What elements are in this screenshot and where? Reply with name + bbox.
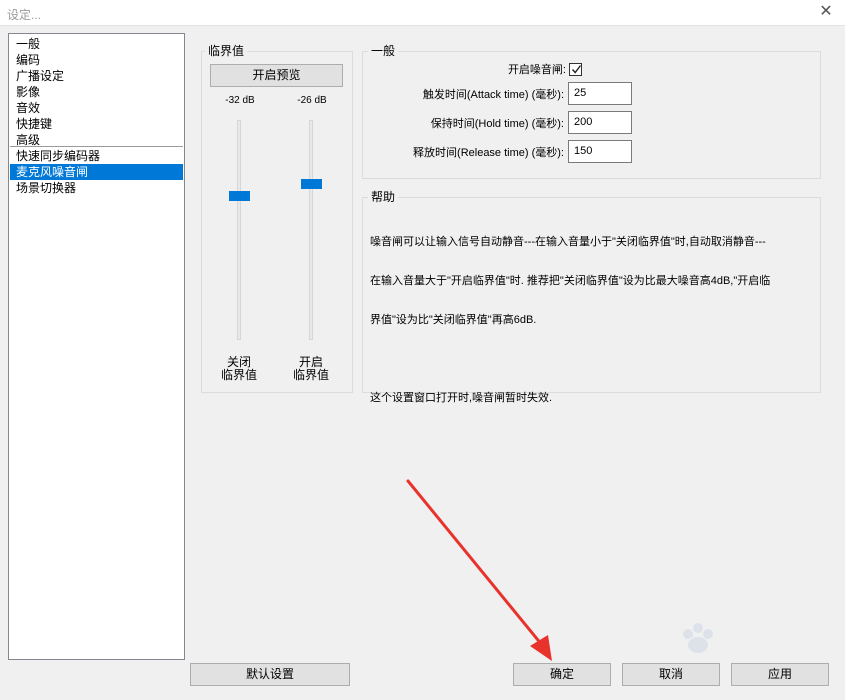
general-group-title: 一般: [368, 44, 399, 58]
list-divider: [10, 146, 183, 147]
open-threshold-slider-track[interactable]: [309, 120, 313, 340]
sidebar-item-encoding[interactable]: 编码: [10, 52, 183, 68]
close-threshold-label-line2: 临界值: [220, 368, 257, 382]
sidebar-item-noise-gate[interactable]: 麦克风噪音闸: [10, 164, 183, 180]
help-group-title: 帮助: [368, 190, 399, 204]
help-line-1: 噪音闸可以让输入信号自动静音---在输入音量小于"关闭临界值"时,自动取消静音-…: [370, 236, 766, 248]
sidebar-item-general[interactable]: 一般: [10, 36, 183, 52]
sidebar-item-audio[interactable]: 音效: [10, 100, 183, 116]
help-line-4: 这个设置窗口打开时,噪音闸暂时失效.: [370, 392, 553, 404]
open-threshold-label-line2: 临界值: [292, 368, 329, 382]
attack-time-label: 触发时间(Attack time) (毫秒):: [422, 89, 564, 101]
default-settings-button[interactable]: 默认设置: [190, 663, 350, 686]
release-time-label: 释放时间(Release time) (毫秒):: [413, 147, 564, 159]
ok-button[interactable]: 确定: [513, 663, 611, 686]
sidebar-item-quicksync[interactable]: 快速同步编码器: [10, 148, 183, 164]
help-line-2: 在输入音量大于"开启临界值"时. 推荐把"关闭临界值"设为比最大噪音高4dB,"…: [370, 275, 771, 287]
window-title: 设定...: [7, 8, 42, 22]
checkmark-icon: [571, 65, 582, 74]
sidebar-item-hotkeys[interactable]: 快捷键: [10, 116, 183, 132]
close-threshold-slider-track[interactable]: [237, 120, 241, 340]
help-line-3: 界值"设为比"关闭临界值"再高6dB.: [370, 314, 537, 326]
sidebar-item-broadcast[interactable]: 广播设定: [10, 68, 183, 84]
hold-time-label: 保持时间(Hold time) (毫秒):: [430, 118, 564, 130]
sidebar-item-scene-switcher[interactable]: 场景切换器: [10, 180, 183, 196]
close-threshold-value: -32 dB: [225, 95, 255, 106]
threshold-group-title: 临界值: [205, 44, 248, 58]
close-threshold-slider-thumb[interactable]: [229, 191, 250, 202]
settings-category-list: 一般 编码 广播设定 影像 音效 快捷键 高级 快速同步编码器 麦克风噪音闸 场…: [8, 33, 185, 660]
open-threshold-slider-thumb[interactable]: [301, 178, 322, 189]
enable-noise-gate-checkbox[interactable]: [569, 63, 582, 76]
attack-time-input[interactable]: 25: [568, 82, 632, 105]
title-bar: 设定... ✕: [0, 0, 845, 26]
release-time-input[interactable]: 150: [568, 140, 632, 163]
help-text: 噪音闸可以让输入信号自动静音---在输入音量小于"关闭临界值"时,自动取消静音-…: [370, 210, 810, 418]
close-icon[interactable]: ✕: [817, 3, 835, 21]
watermark-logo: [683, 623, 713, 653]
hold-time-input[interactable]: 200: [568, 111, 632, 134]
preview-button[interactable]: 开启预览: [210, 64, 343, 87]
sidebar-item-video[interactable]: 影像: [10, 84, 183, 100]
enable-noise-gate-label: 开启噪音闸:: [507, 64, 566, 76]
